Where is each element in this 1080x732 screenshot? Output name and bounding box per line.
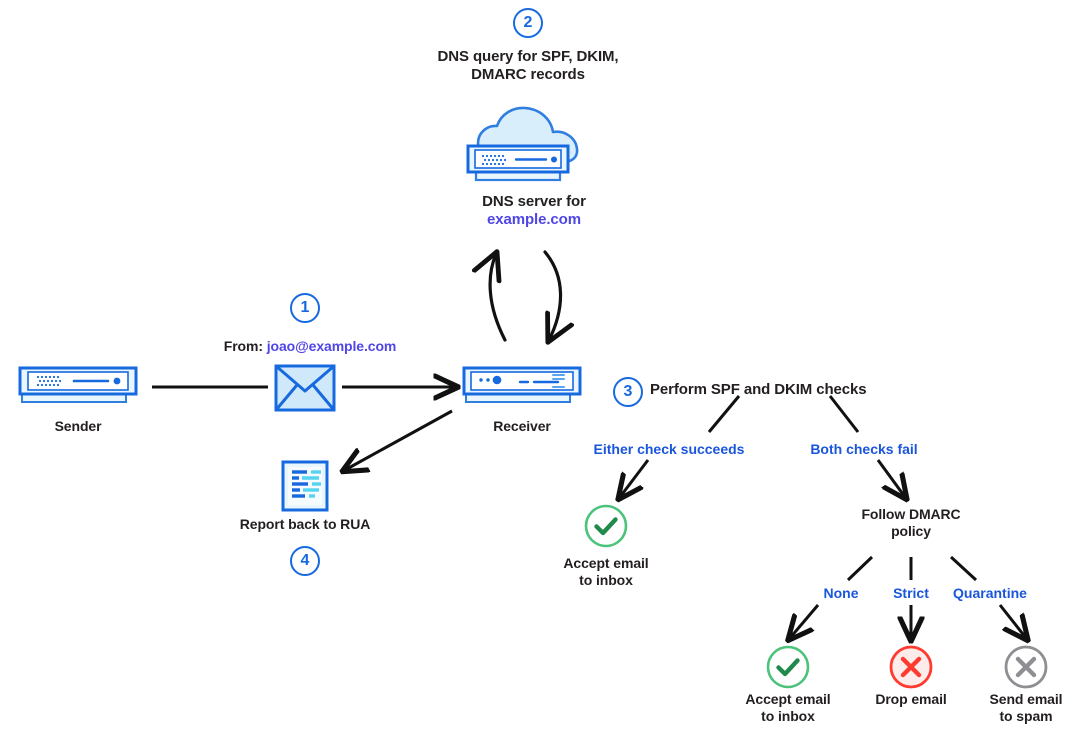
from-email: joao@example.com [266, 338, 397, 354]
arrow-either-to-accept [620, 459, 650, 497]
x-circle-gray-icon [1004, 645, 1048, 689]
send-spam-label: Send email to spam [989, 691, 1063, 725]
arrow-policy-to-quarantine [949, 555, 978, 582]
perform-checks-label: Perform SPF and DKIM checks [650, 381, 867, 398]
branch-label-both-fail: Both checks fail [810, 441, 918, 457]
dns-server-label-line1: DNS server for [482, 193, 586, 210]
check-circle-icon-accept-left [584, 504, 628, 548]
arrow-quarantine-to-spam [998, 604, 1026, 638]
step-badge-1: 1 [290, 293, 320, 323]
dns-server-domain: example.com [487, 211, 581, 228]
dmarc-flow-diagram: 2 1 3 4 DNS query for SPF, DKIM, DMARC r… [0, 0, 1080, 732]
server-icon-receiver [462, 366, 582, 403]
arrow-receiver-to-dns [490, 254, 507, 342]
document-report-icon [281, 460, 329, 512]
arrow-receiver-to-report [345, 409, 453, 470]
step-badge-4: 4 [290, 546, 320, 576]
report-label: Report back to RUA [239, 516, 371, 532]
x-circle-red-icon [889, 645, 933, 689]
step-badge-2: 2 [513, 8, 543, 38]
sender-label: Sender [54, 418, 102, 434]
arrow-policy-to-none [846, 555, 874, 582]
server-icon-sender [18, 366, 138, 403]
arrow-none-to-accept [790, 604, 820, 638]
check-circle-icon-accept-right [766, 645, 810, 689]
arrow-checks-to-bothfail [828, 395, 860, 433]
envelope-icon [274, 364, 336, 412]
arrow-checks-to-either [707, 395, 741, 433]
arrow-dns-to-receiver [543, 250, 561, 340]
branch-label-either-succeeds: Either check succeeds [593, 441, 745, 457]
receiver-label: Receiver [493, 418, 551, 434]
from-prefix: From: [223, 338, 267, 354]
dmarc-policy-label: Follow DMARC policy [861, 506, 961, 540]
step-badge-3: 3 [613, 377, 643, 407]
arrow-bothfail-to-policy [876, 459, 905, 497]
from-label: From: joao@example.com [160, 338, 460, 355]
branch-label-quarantine: Quarantine [953, 585, 1027, 601]
branch-label-strict: Strict [893, 585, 929, 601]
branch-label-none: None [823, 585, 859, 601]
dns-query-label: DNS query for SPF, DKIM, DMARC records [437, 48, 619, 84]
cloud-server-icon [466, 106, 579, 182]
accept-email-left-label: Accept email to inbox [563, 555, 649, 589]
